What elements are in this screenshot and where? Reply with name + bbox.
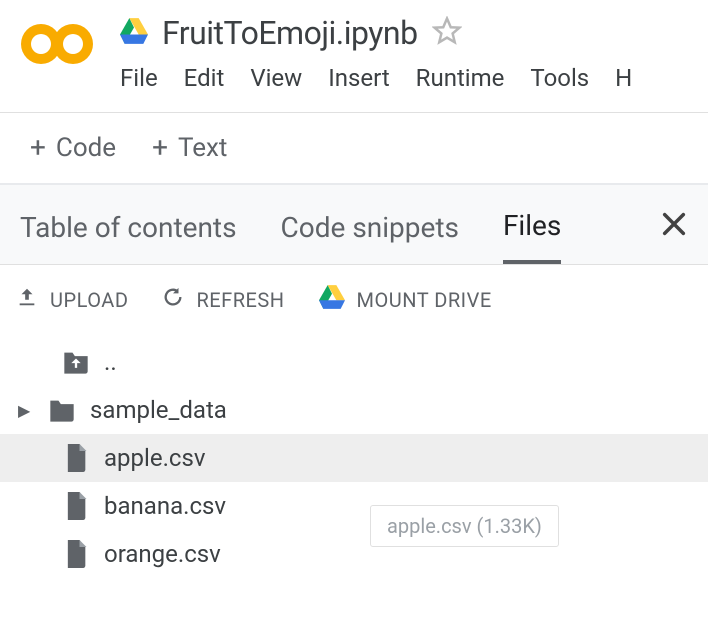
header: FruitToEmoji.ipynb File Edit View Insert… bbox=[0, 0, 708, 92]
menu-file[interactable]: File bbox=[120, 64, 158, 92]
menu-runtime[interactable]: Runtime bbox=[416, 64, 505, 92]
file-name: .. bbox=[104, 348, 117, 376]
menubar: File Edit View Insert Runtime Tools H bbox=[120, 64, 632, 92]
list-item[interactable]: .. bbox=[0, 338, 708, 386]
list-item[interactable]: banana.csv bbox=[0, 482, 708, 530]
colab-logo-icon bbox=[18, 20, 96, 72]
file-name: banana.csv bbox=[104, 492, 226, 520]
drive-icon bbox=[319, 285, 345, 314]
list-item[interactable]: apple.csv bbox=[0, 434, 708, 482]
file-name: orange.csv bbox=[104, 540, 221, 568]
upload-label: UPLOAD bbox=[50, 288, 128, 312]
close-icon[interactable] bbox=[660, 210, 688, 263]
add-text-button[interactable]: + Text bbox=[152, 133, 227, 163]
add-code-label: Code bbox=[56, 133, 116, 163]
panel-actions: UPLOAD REFRESH MOUNT DRI bbox=[0, 285, 708, 338]
list-item[interactable]: orange.csv bbox=[0, 530, 708, 578]
tab-snippets[interactable]: Code snippets bbox=[281, 211, 459, 262]
mount-drive-label: MOUNT DRIVE bbox=[357, 288, 492, 312]
upload-icon bbox=[16, 286, 38, 313]
list-item[interactable]: ▶ sample_data bbox=[0, 386, 708, 434]
star-icon[interactable] bbox=[432, 16, 462, 50]
file-name: sample_data bbox=[90, 396, 227, 424]
file-icon bbox=[62, 540, 90, 568]
file-list: .. ▶ sample_data a bbox=[0, 338, 708, 578]
drive-icon bbox=[120, 18, 148, 48]
refresh-button[interactable]: REFRESH bbox=[162, 286, 284, 313]
menu-view[interactable]: View bbox=[250, 64, 302, 92]
panel-tabs: Table of contents Code snippets Files bbox=[0, 185, 708, 264]
addcell-row: + Code + Text bbox=[0, 113, 708, 183]
add-text-label: Text bbox=[178, 133, 227, 163]
side-panel: Table of contents Code snippets Files UP… bbox=[0, 183, 708, 618]
add-code-button[interactable]: + Code bbox=[30, 133, 116, 163]
folder-up-icon bbox=[62, 350, 90, 374]
menu-insert[interactable]: Insert bbox=[328, 64, 389, 92]
refresh-label: REFRESH bbox=[196, 288, 284, 312]
menu-tools[interactable]: Tools bbox=[530, 64, 589, 92]
tab-files[interactable]: Files bbox=[503, 209, 561, 264]
folder-icon bbox=[48, 398, 76, 422]
file-name: apple.csv bbox=[104, 444, 205, 472]
mount-drive-button[interactable]: MOUNT DRIVE bbox=[319, 285, 492, 314]
file-icon bbox=[62, 492, 90, 520]
file-icon bbox=[62, 444, 90, 472]
refresh-icon bbox=[162, 286, 184, 313]
menu-h[interactable]: H bbox=[615, 64, 632, 92]
menu-edit[interactable]: Edit bbox=[184, 64, 225, 92]
notebook-title[interactable]: FruitToEmoji.ipynb bbox=[162, 14, 418, 52]
chevron-right-icon[interactable]: ▶ bbox=[18, 401, 34, 420]
upload-button[interactable]: UPLOAD bbox=[16, 286, 128, 313]
tab-toc[interactable]: Table of contents bbox=[20, 211, 237, 262]
